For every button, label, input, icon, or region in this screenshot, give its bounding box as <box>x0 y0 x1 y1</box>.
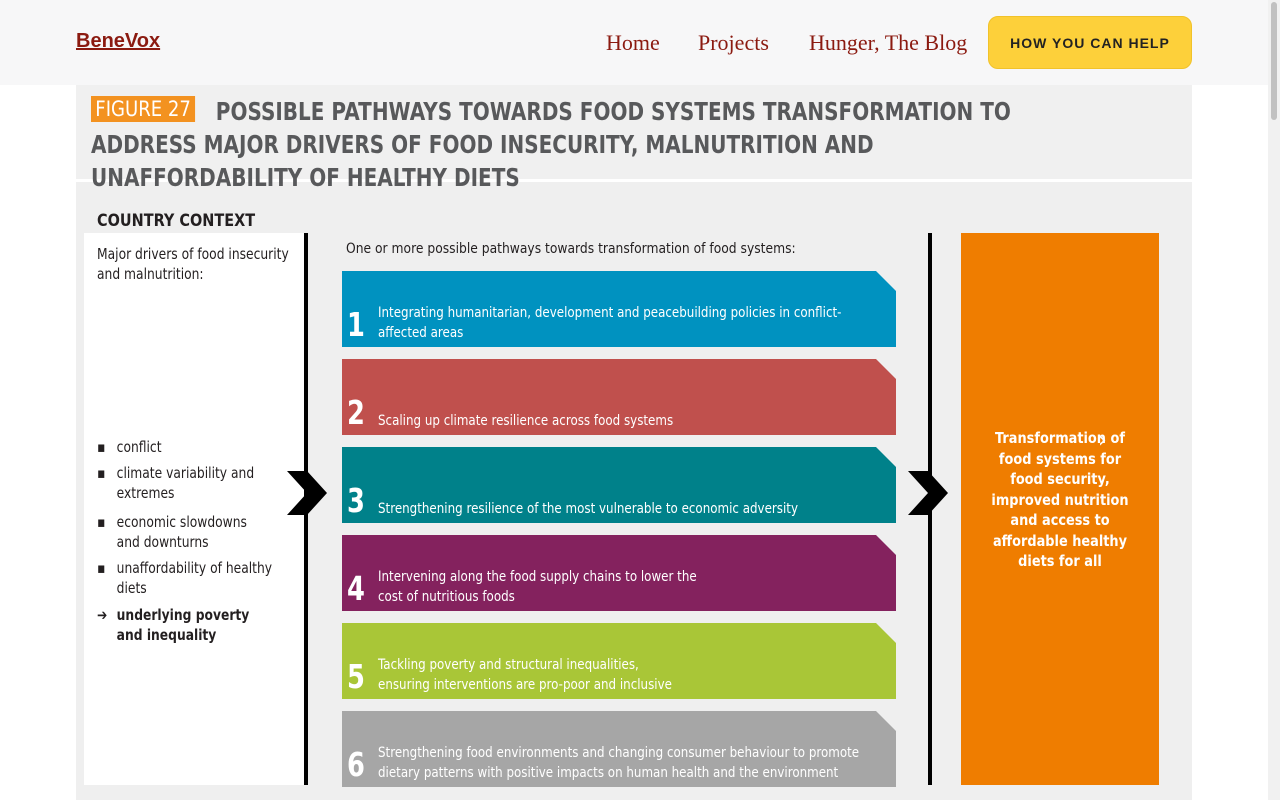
site-header: BeneVox Home Projects Hunger, The Blog H… <box>0 0 1268 85</box>
pathway-text: Integrating humanitarian, development an… <box>378 305 842 341</box>
outcome-text: Transformation of food systems for food … <box>991 429 1129 570</box>
pathway-number: 1 <box>347 305 365 344</box>
chevron-right-icon[interactable]: › <box>1098 428 1107 453</box>
pathways-intro: One or more possible pathways towards tr… <box>346 241 796 257</box>
bullet-icon: ▪ <box>97 464 106 482</box>
country-context-title: COUNTRY CONTEXT <box>97 211 256 231</box>
pathway-number: 6 <box>347 745 365 784</box>
pathway-number: 5 <box>347 657 365 696</box>
figure-title: POSSIBLE PATHWAYS TOWARDS FOOD SYSTEMS T… <box>91 97 1011 192</box>
pathway-number: 2 <box>347 393 365 432</box>
country-context-subtitle: Major drivers of food insecurity and mal… <box>97 245 289 283</box>
context-item: ▪ economic slowdowns and downturns <box>97 513 247 551</box>
site-logo-link[interactable]: BeneVox <box>76 30 160 53</box>
figure-title-band: POSSIBLE PATHWAYS TOWARDS FOOD SYSTEMS T… <box>76 85 1192 192</box>
context-item: ▪ climate variability and extremes <box>97 464 255 502</box>
pathway-number: 3 <box>347 481 365 520</box>
scrollbar-thumb[interactable] <box>1271 2 1277 120</box>
pathway-6: 6 Strengthening food environments and ch… <box>342 711 896 787</box>
context-item: ▪ conflict <box>97 438 162 456</box>
double-chevron-icon <box>287 471 327 515</box>
pathway-text: Tackling poverty and structural inequali… <box>378 657 672 693</box>
pathway-2: 2 Scaling up climate resilience across f… <box>342 359 896 435</box>
nav-projects[interactable]: Projects <box>698 30 769 56</box>
pathway-1: 1 Integrating humanitarian, development … <box>342 271 896 347</box>
double-chevron-icon <box>908 471 948 515</box>
bullet-icon: ▪ <box>97 559 106 577</box>
pathway-text: Intervening along the food supply chains… <box>378 569 697 605</box>
pathway-5: 5 Tackling poverty and structural inequa… <box>342 623 896 699</box>
pathway-text: Strengthening food environments and chan… <box>378 745 860 781</box>
nav-blog[interactable]: Hunger, The Blog <box>809 30 967 56</box>
figure-image: POSSIBLE PATHWAYS TOWARDS FOOD SYSTEMS T… <box>76 85 1192 800</box>
country-context-box <box>84 233 306 785</box>
bullet-icon: ▪ <box>97 513 106 531</box>
context-item-emphasis: ➔ underlying poverty and inequality <box>97 606 250 644</box>
pathway-text: Scaling up climate resilience across foo… <box>378 413 674 429</box>
context-item: ▪ unaffordability of healthy diets <box>97 559 273 597</box>
figure-label: FIGURE 27 <box>91 96 196 122</box>
pathway-4: 4 Intervening along the food supply chai… <box>342 535 896 611</box>
bullet-icon: ▪ <box>97 438 106 456</box>
pathway-text: Strengthening resilience of the most vul… <box>378 501 798 517</box>
nav-home[interactable]: Home <box>606 30 660 56</box>
pathway-3: 3 Strengthening resilience of the most v… <box>342 447 896 523</box>
arrow-right-icon: ➔ <box>97 606 108 624</box>
page-scrollbar[interactable] <box>1268 0 1280 800</box>
pathway-number: 4 <box>347 569 365 608</box>
how-you-can-help-button[interactable]: HOW YOU CAN HELP <box>988 16 1192 69</box>
